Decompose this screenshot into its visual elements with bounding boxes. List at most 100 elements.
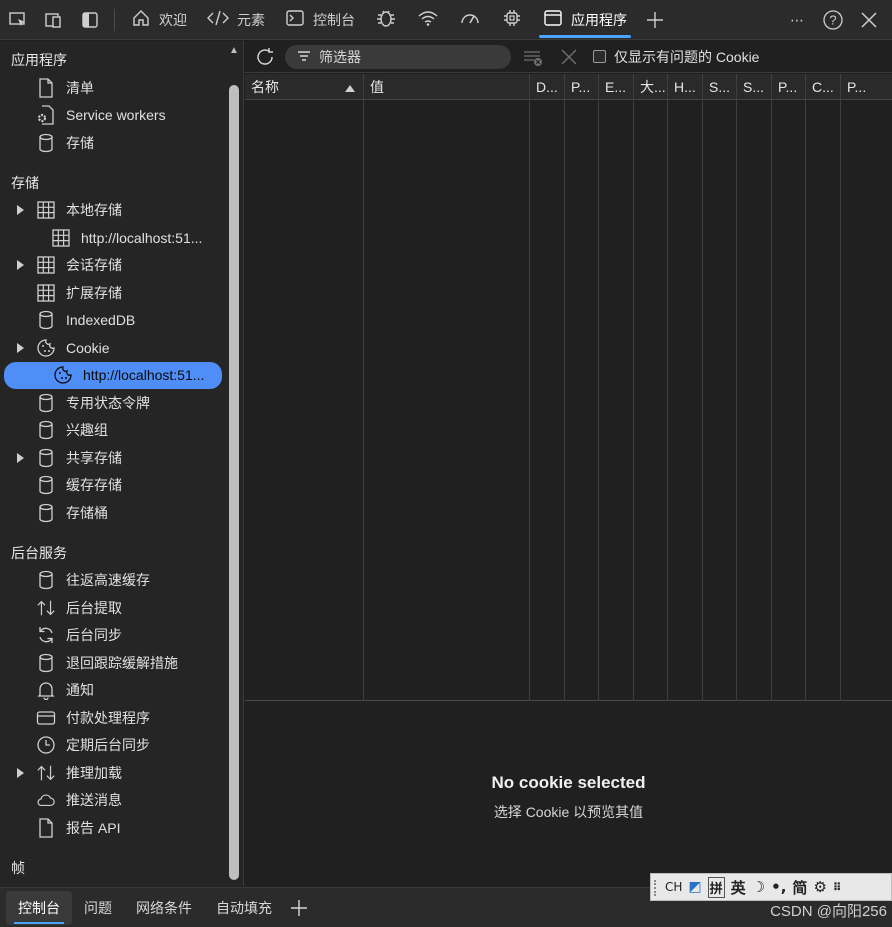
expand-arrow-icon[interactable] [17, 452, 24, 463]
tab-network[interactable] [407, 0, 449, 40]
cloud-icon [36, 790, 56, 810]
sidebar-item-label: 存储 [66, 134, 94, 151]
cpu-chip-icon [501, 7, 523, 32]
ime-moon-icon[interactable]: ☽ [752, 878, 765, 896]
sidebar-item-database[interactable]: IndexedDB [0, 307, 228, 335]
sidebar-item-database[interactable]: 退回跟踪缓解措施 [0, 649, 228, 677]
help-icon[interactable]: ? [818, 0, 848, 40]
sidebar-item-database[interactable]: 兴趣组 [0, 417, 228, 445]
ime-english[interactable]: 英 [731, 877, 746, 898]
ime-grid-icon[interactable]: ⠿ [833, 881, 842, 894]
sidebar-item-gear-document[interactable]: Service workers [0, 102, 228, 130]
column-header[interactable]: C... [806, 74, 841, 100]
tab-memory[interactable] [491, 0, 533, 40]
clear-filtered-cookies-icon[interactable] [519, 43, 547, 71]
ime-settings-icon[interactable]: ⚙ [813, 878, 826, 896]
tab-welcome[interactable]: 欢迎 [121, 0, 197, 40]
devtools-toolbar: 欢迎 元素 控制台 应用程序 ⋯ ? [0, 0, 892, 40]
sidebar-item-database[interactable]: 存储桶 [0, 499, 228, 527]
sidebar-item-up-down-arrows[interactable]: 后台提取 [0, 594, 228, 622]
tab-console-label: 控制台 [313, 11, 355, 28]
ime-punctuation-icon[interactable]: •, [771, 878, 786, 896]
scroll-up-icon[interactable]: ▲ [229, 45, 239, 56]
filter-input[interactable] [319, 48, 489, 65]
column-header[interactable]: S... [703, 74, 737, 100]
cookie-panel: 仅显示有问题的 Cookie 名称值D...P...E...大...H...S.… [245, 41, 892, 886]
sidebar-item-table[interactable]: 本地存储 [0, 197, 228, 225]
device-emulation-icon[interactable] [36, 0, 72, 40]
column-header[interactable]: P... [565, 74, 599, 100]
svg-text:?: ? [829, 13, 836, 28]
sidebar-item-database[interactable]: 往返高速缓存 [0, 567, 228, 595]
sidebar-item-cloud[interactable]: 推送消息 [0, 787, 228, 815]
tab-elements[interactable]: 元素 [197, 0, 275, 40]
ime-grip[interactable] [654, 880, 658, 896]
sidebar-item-sync[interactable]: 后台同步 [0, 622, 228, 650]
ime-simplified[interactable]: 简 [792, 877, 807, 898]
column-header[interactable]: P... [772, 74, 806, 100]
ime-skin-icon[interactable]: ◩ [688, 879, 701, 895]
drawer-tab-network-conditions[interactable]: 网络条件 [124, 891, 204, 925]
sidebar-item-database[interactable]: 共享存储 [0, 444, 228, 472]
sidebar-item-document[interactable]: 报告 API [0, 814, 228, 842]
column-header[interactable]: H... [668, 74, 703, 100]
more-options-icon[interactable]: ⋯ [782, 0, 812, 40]
sidebar-item-cookie[interactable]: http://localhost:51... [4, 361, 222, 389]
sidebar-item-label: IndexedDB [66, 312, 136, 329]
sidebar-item-up-down-arrows[interactable]: 推理加载 [0, 759, 228, 787]
sidebar-item-database[interactable]: 缓存存储 [0, 472, 228, 500]
drawer-tab-issues[interactable]: 问题 [72, 891, 124, 925]
filter-field[interactable] [285, 44, 511, 69]
expand-arrow-icon[interactable] [17, 205, 24, 216]
checkbox-box[interactable] [593, 50, 606, 63]
sidebar-item-table[interactable]: http://localhost:51... [0, 224, 228, 252]
sidebar-item-clock[interactable]: 定期后台同步 [0, 732, 228, 760]
tab-console[interactable]: 控制台 [275, 0, 365, 40]
column-header[interactable]: D... [530, 74, 565, 100]
sidebar-item-label: 报告 API [66, 819, 121, 836]
table-column [364, 74, 530, 701]
sidebar-item-database[interactable]: 存储 [0, 129, 228, 157]
column-header[interactable]: 大... [634, 74, 668, 100]
tab-performance[interactable] [449, 0, 491, 40]
sidebar-item-label: 扩展存储 [66, 284, 122, 301]
drawer-add-tab-icon[interactable] [284, 899, 314, 917]
sidebar-item-credit-card[interactable]: 付款处理程序 [0, 704, 228, 732]
scroll-down-icon[interactable]: ▼ [229, 868, 239, 879]
ime-lang[interactable]: CH [665, 880, 682, 894]
tab-elements-label: 元素 [237, 11, 265, 28]
column-header[interactable]: S... [737, 74, 772, 100]
sidebar-item-database[interactable]: 专用状态令牌 [0, 389, 228, 417]
sidebar-item-label: Service workers [66, 107, 166, 124]
sidebar-item-label: 后台提取 [66, 599, 122, 616]
refresh-icon[interactable] [249, 41, 281, 73]
close-icon[interactable] [854, 0, 884, 40]
table-column [565, 74, 599, 701]
expand-arrow-icon[interactable] [17, 342, 24, 353]
sidebar-item-table[interactable]: 扩展存储 [0, 279, 228, 307]
sort-ascending-icon [345, 85, 355, 92]
drawer-tab-autofill[interactable]: 自动填充 [204, 891, 284, 925]
ime-pinyin[interactable]: 拼 [707, 876, 725, 898]
sidebar-scrollbar[interactable] [229, 85, 239, 880]
add-tab-icon[interactable] [637, 0, 673, 40]
cookie-icon [36, 338, 56, 358]
column-header[interactable]: E... [599, 74, 634, 100]
up-down-arrows-icon [36, 763, 56, 783]
inspect-element-icon[interactable] [0, 0, 36, 40]
sidebar-item-cookie[interactable]: Cookie [0, 334, 228, 362]
tab-application[interactable]: 应用程序 [533, 0, 637, 40]
column-header[interactable]: 值 [364, 74, 530, 100]
only-issues-checkbox[interactable]: 仅显示有问题的 Cookie [593, 47, 759, 67]
sidebar-item-bell[interactable]: 通知 [0, 677, 228, 705]
sidebar-item-table[interactable]: 会话存储 [0, 252, 228, 280]
expand-arrow-icon[interactable] [17, 260, 24, 271]
tab-sources[interactable] [365, 0, 407, 40]
expand-arrow-icon[interactable] [17, 767, 24, 778]
dock-sidebar-icon[interactable] [72, 0, 108, 40]
sidebar-item-document[interactable]: 清单 [0, 74, 228, 102]
delete-selected-icon[interactable] [555, 43, 583, 71]
column-header[interactable]: P... [841, 74, 888, 100]
drawer-tab-console[interactable]: 控制台 [6, 890, 72, 925]
sidebar-item-label: 本地存储 [66, 202, 122, 219]
